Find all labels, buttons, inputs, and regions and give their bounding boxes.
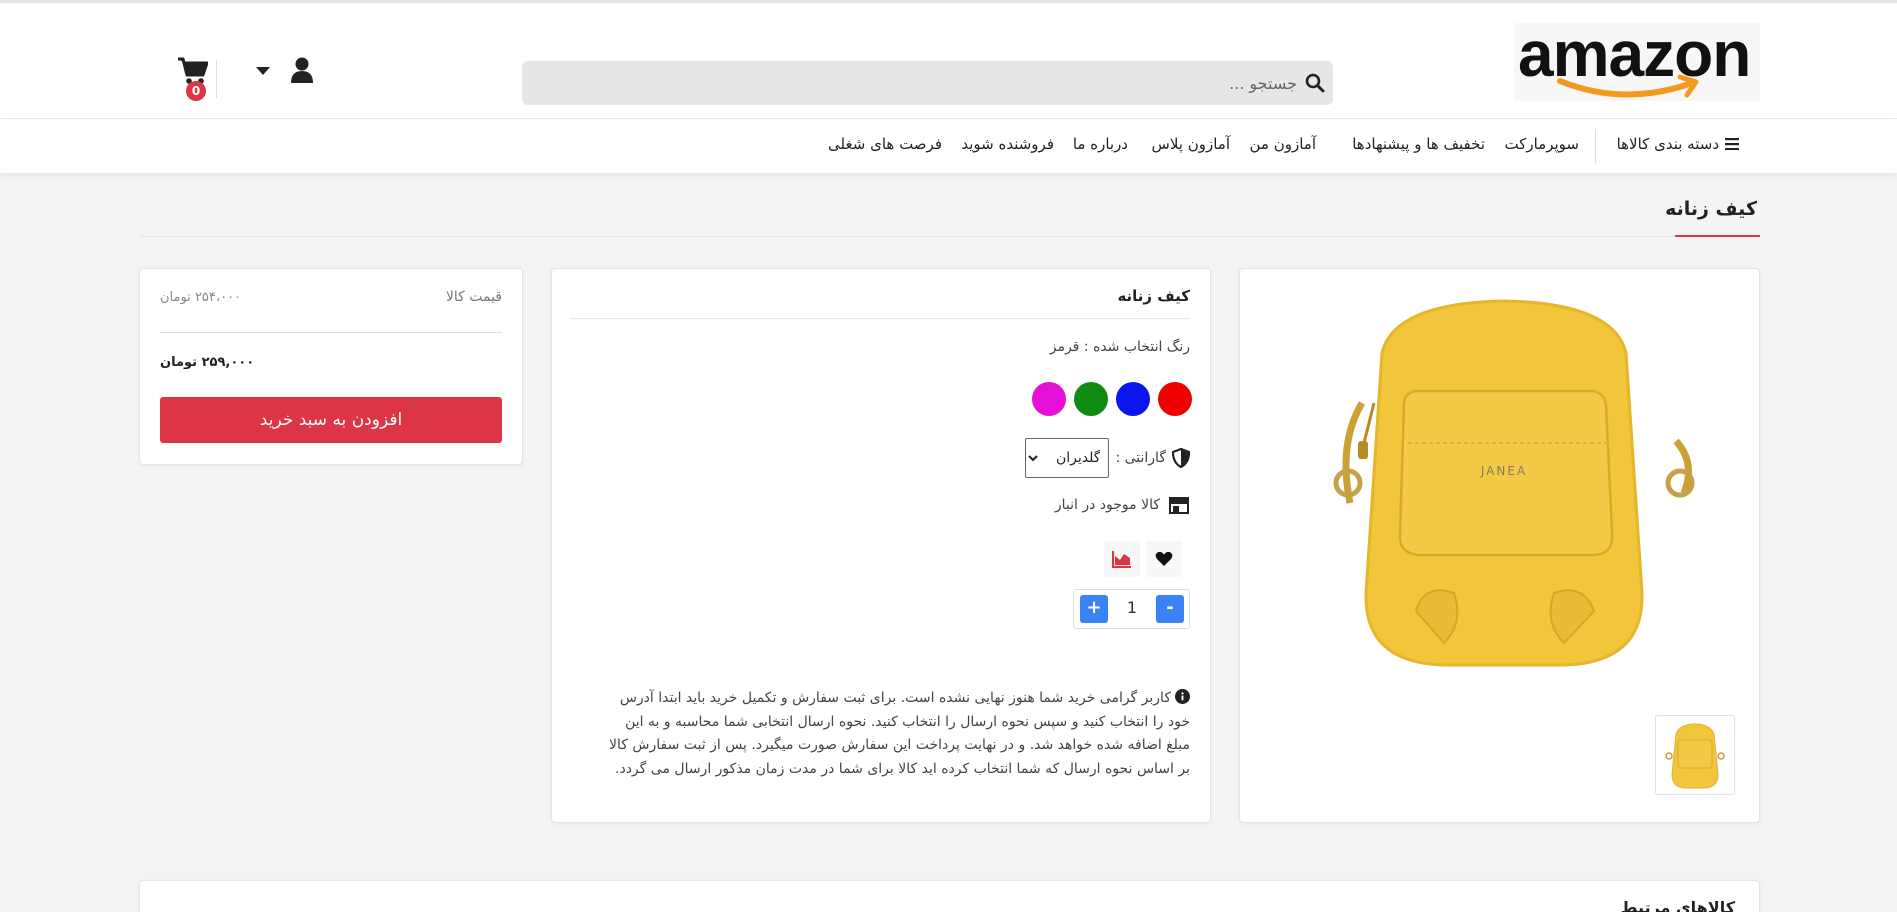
smile-arrow-icon (1557, 74, 1699, 98)
search-bar (522, 61, 1333, 105)
shield-icon (1172, 448, 1190, 468)
nav-item-my-amazon[interactable]: آمازون من (1250, 135, 1317, 153)
bag-brand-label: JANEA (1480, 464, 1527, 478)
notice-text-line: بر اساس نحوه ارسال که شما انتخاب کرده ای… (615, 760, 1190, 777)
user-menu[interactable] (254, 57, 314, 89)
page-title: کیف زنانه (1665, 198, 1757, 220)
search-input[interactable] (557, 61, 1297, 105)
related-products-card: کالاهای مرتبط (139, 880, 1760, 912)
product-image[interactable]: JANEA (1304, 293, 1704, 673)
user-icon (291, 57, 313, 83)
site-header: amazon 0 (0, 0, 1897, 119)
color-swatch-magenta[interactable] (1032, 382, 1066, 416)
qty-minus-button[interactable]: - (1156, 595, 1184, 623)
header-divider (216, 60, 217, 98)
final-price: ۲۵۹,۰۰۰ تومان (160, 355, 255, 370)
stock-label: کالا موجود در انبار (1054, 497, 1160, 513)
caret-down-icon (256, 67, 270, 75)
main-nav: دسته بندی کالاها سوپرمارکت تخفیف ها و پی… (0, 119, 1897, 173)
nav-item-become-seller[interactable]: فروشنده شوید (961, 135, 1054, 153)
store-icon (1169, 497, 1189, 514)
product-name: کیف زنانه (1117, 287, 1190, 305)
price-label: قیمت کالا (445, 289, 502, 305)
nav-item-amazon-plus[interactable]: آمازون پلاس (1152, 135, 1230, 153)
related-products-title: کالاهای مرتبط (1620, 898, 1735, 912)
compare-chart-icon (1112, 551, 1131, 568)
info-icon (1175, 689, 1190, 704)
notice-text-line: کاربر گرامی خرید شما هنوز نهایی نشده است… (619, 690, 1171, 706)
search-icon[interactable] (1305, 73, 1325, 93)
selected-color-label: رنگ انتخاب شده : قرمز (1049, 339, 1190, 355)
nav-item-careers[interactable]: فرصت های شغلی (828, 135, 942, 153)
qty-plus-button[interactable]: + (1080, 595, 1108, 623)
quantity-stepper: + 1 - (1073, 589, 1190, 629)
color-swatch-green[interactable] (1074, 382, 1108, 416)
stock-row: کالا موجود در انبار (1055, 496, 1190, 514)
wishlist-button[interactable] (1146, 541, 1182, 577)
compare-button[interactable] (1104, 541, 1140, 577)
cart-button[interactable]: 0 (152, 57, 209, 103)
price-card: قیمت کالا ۲۵۴،۰۰۰ تومان ۲۵۹,۰۰۰ تومان اف… (139, 268, 523, 465)
cart-count-badge: 0 (186, 81, 206, 101)
title-underline (1675, 235, 1760, 237)
nav-categories[interactable]: دسته بندی کالاها (1617, 135, 1739, 153)
heart-icon (1155, 551, 1173, 566)
warranty-select[interactable]: گلدیران (1025, 438, 1110, 478)
notice-text-line: خود را انتخاب کنید و سپس نحوه ارسال را ا… (625, 713, 1190, 730)
color-swatch-red[interactable] (1158, 382, 1192, 416)
add-to-cart-button[interactable]: افزودن به سبد خرید (160, 397, 502, 443)
warranty-row: گارانتی : گلدیران (1025, 438, 1190, 478)
purchase-notice: کاربر گرامی خرید شما هنوز نهایی نشده است… (570, 687, 1190, 781)
qty-value[interactable]: 1 (1114, 598, 1150, 617)
amazon-logo[interactable]: amazon (1514, 18, 1760, 101)
title-divider (140, 236, 1760, 237)
menu-icon (1725, 138, 1739, 150)
nav-item-supermarket[interactable]: سوپرمارکت (1505, 135, 1580, 153)
nav-divider (1595, 129, 1596, 163)
product-thumbnail[interactable] (1655, 715, 1735, 795)
price-divider (160, 332, 502, 333)
notice-text-line: مبلغ اضافه شده خواهد شد. و در نهایت پردا… (609, 737, 1190, 753)
color-swatch-blue[interactable] (1116, 382, 1150, 416)
notice-line: کاربر گرامی خرید شما هنوز نهایی نشده است… (570, 687, 1190, 711)
warranty-label: گارانتی : (1115, 450, 1166, 466)
info-divider (570, 318, 1190, 319)
product-info-card: کیف زنانه رنگ انتخاب شده : قرمز گارانتی … (551, 268, 1211, 823)
nav-item-about[interactable]: درباره ما (1073, 135, 1128, 153)
product-image-card: JANEA (1239, 268, 1760, 823)
original-price: ۲۵۴،۰۰۰ تومان (160, 290, 242, 305)
thumbnail-image (1665, 723, 1725, 789)
nav-item-deals[interactable]: تخفیف ها و پیشنهادها (1352, 135, 1485, 153)
nav-categories-label: دسته بندی کالاها (1616, 135, 1719, 153)
